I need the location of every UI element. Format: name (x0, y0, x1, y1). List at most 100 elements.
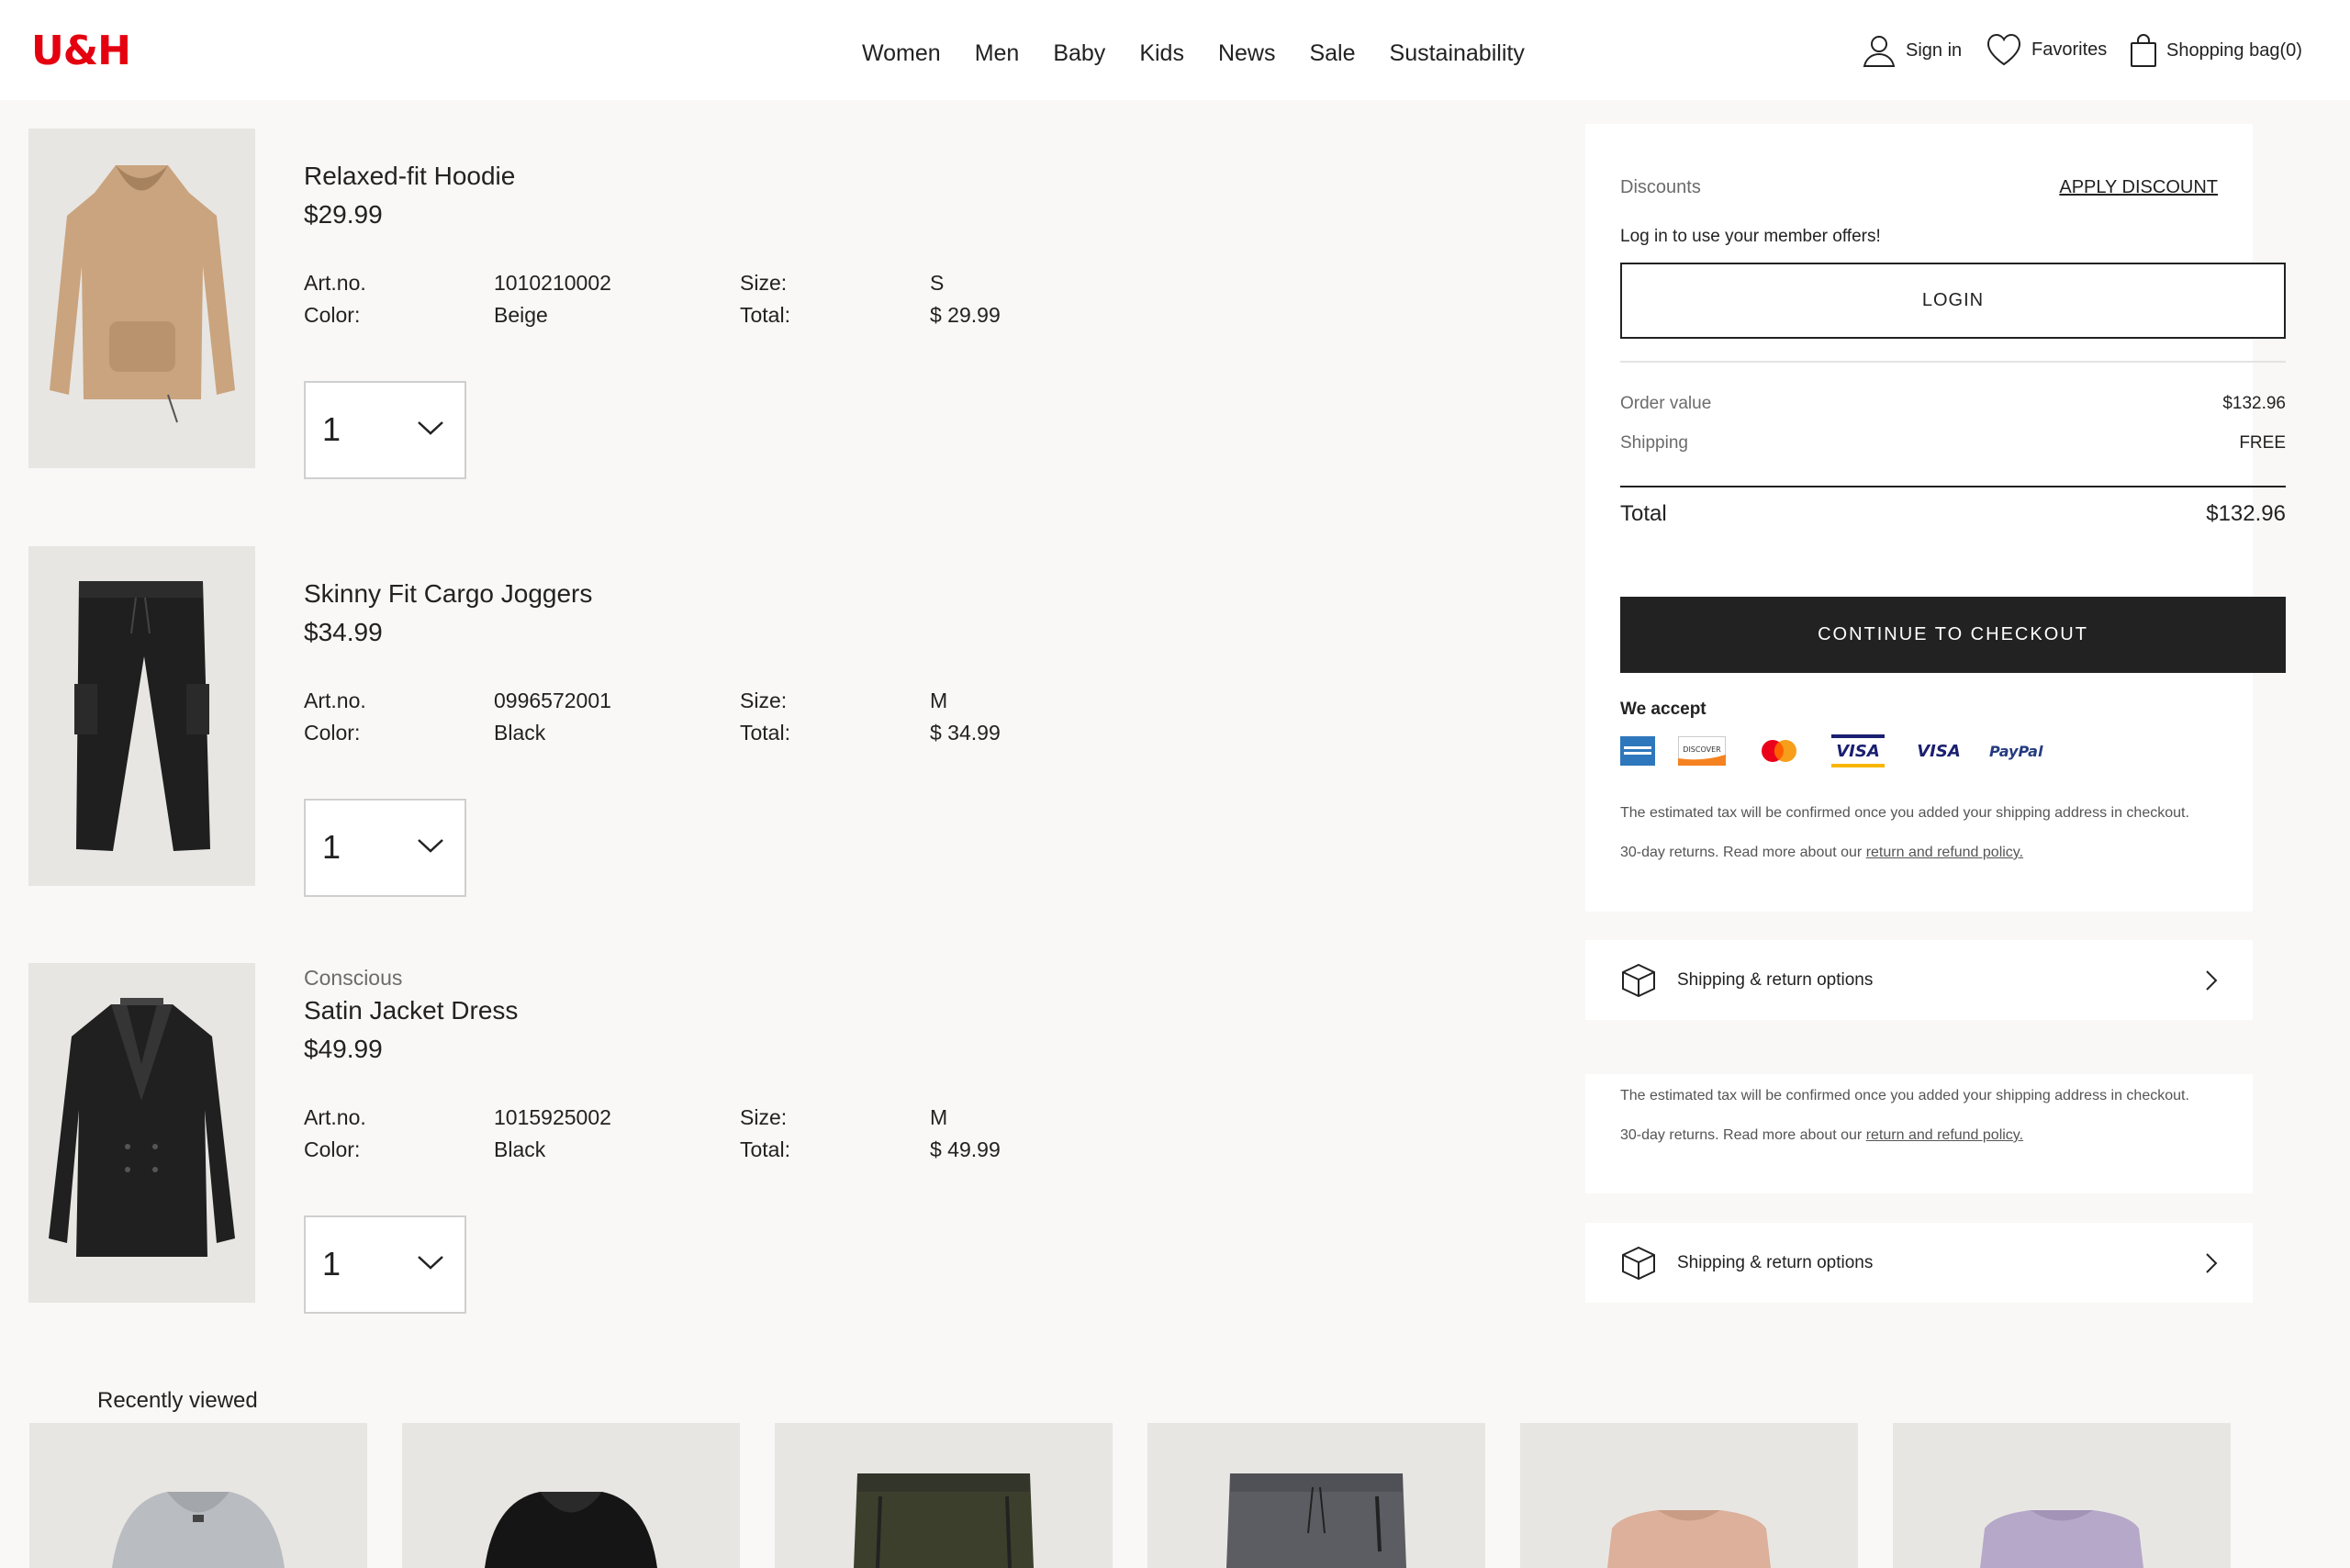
svg-text:VISA: VISA (1836, 742, 1880, 761)
quantity-value: 1 (322, 1245, 341, 1282)
divider (1620, 486, 2286, 487)
color-label: Color: (304, 721, 361, 745)
total-label: Total (1620, 501, 1667, 526)
artno-label: Art.no. (304, 271, 366, 295)
nav-kids[interactable]: Kids (1139, 40, 1184, 67)
shipping-options-row[interactable]: Shipping & return options (1620, 1245, 2218, 1282)
size-label: Size: (740, 271, 788, 295)
svg-text:PayPal: PayPal (1989, 743, 2043, 760)
quantity-select[interactable]: 1 (304, 799, 466, 897)
product-name[interactable]: Satin Jacket Dress (304, 996, 518, 1025)
sign-in-label: Sign in (1906, 39, 1963, 61)
recently-viewed-item[interactable] (1520, 1423, 1858, 1568)
shipping-options-label: Shipping & return options (1677, 970, 1874, 990)
shipping-options-row[interactable]: Shipping & return options (1620, 962, 2218, 999)
shipping-options-box: Shipping & return options (1585, 1223, 2253, 1303)
product-price: $34.99 (304, 618, 383, 646)
product-price: $49.99 (304, 1035, 383, 1063)
total-value: $ 49.99 (930, 1137, 1001, 1161)
recently-viewed-item[interactable] (1147, 1423, 1485, 1568)
total-label: Total: (740, 303, 790, 327)
product-image[interactable] (28, 546, 255, 886)
amex-icon (1620, 736, 1655, 766)
sign-in-link[interactable]: Sign in (1862, 33, 1962, 68)
recently-viewed-item[interactable] (1893, 1423, 2231, 1568)
order-value-row: Order value $132.96 (1620, 394, 2286, 414)
joggers-image (28, 546, 255, 886)
nav-women[interactable]: Women (862, 40, 941, 67)
returns-note: 30-day returns. Read more about our retu… (1620, 1127, 2218, 1144)
pants-gray-image (1147, 1423, 1485, 1568)
heart-icon (1986, 33, 2021, 66)
chevron-right-icon (2206, 970, 2218, 991)
package-icon (1622, 1246, 1655, 1281)
quantity-select[interactable]: 1 (304, 381, 466, 479)
product-name[interactable]: Relaxed-fit Hoodie (304, 162, 515, 191)
tshirt-peach-image (1520, 1423, 1858, 1568)
visa-icon: VISA (1917, 742, 1961, 761)
size-value: S (930, 271, 945, 295)
product-image[interactable] (28, 963, 255, 1303)
artno-label: Art.no. (304, 689, 366, 712)
size-value: M (930, 689, 948, 712)
apply-discount-link[interactable]: APPLY DISCOUNT (2059, 177, 2218, 198)
nav-sustainability[interactable]: Sustainability (1390, 40, 1525, 67)
login-button[interactable]: LOGIN (1620, 263, 2286, 339)
order-value-label: Order value (1620, 394, 1712, 413)
brand-logo[interactable]: U&H (31, 28, 131, 74)
size-label: Size: (740, 689, 788, 712)
total-label: Total: (740, 721, 790, 745)
nav-baby[interactable]: Baby (1053, 40, 1105, 67)
main-nav: Women Men Baby Kids News Sale Sustainabi… (862, 40, 1559, 67)
shopping-bag-label: Shopping bag(0) (2166, 39, 2302, 61)
product-image[interactable] (28, 129, 255, 468)
color-label: Color: (304, 303, 361, 327)
shopping-bag-link[interactable]: Shopping bag(0) (2130, 33, 2302, 68)
paypal-icon: PayPal (1989, 743, 2043, 760)
tax-note: The estimated tax will be confirmed once… (1620, 805, 2189, 821)
total-value: $132.96 (2206, 501, 2286, 526)
shipping-value: FREE (2239, 433, 2286, 453)
recently-viewed-item[interactable] (775, 1423, 1113, 1568)
order-summary-panel: Discounts APPLY DISCOUNT Log in to use y… (1585, 124, 2286, 912)
shipping-row: Shipping FREE (1620, 433, 2286, 454)
favorites-label: Favorites (2031, 39, 2108, 60)
recently-viewed-item[interactable] (29, 1423, 367, 1568)
svg-text:DISCOVER: DISCOVER (1683, 745, 1721, 754)
return-policy-link[interactable]: return and refund policy. (1866, 845, 2023, 860)
chevron-down-icon (418, 421, 443, 435)
jacket-dress-image (28, 963, 255, 1303)
svg-text:VISA: VISA (1917, 742, 1961, 761)
returns-prefix: 30-day returns. Read more about our (1620, 1127, 1866, 1143)
return-policy-link[interactable]: return and refund policy. (1866, 1127, 2023, 1143)
chevron-right-icon (2206, 1253, 2218, 1273)
recently-viewed-title: Recently viewed (97, 1388, 258, 1413)
quantity-select[interactable]: 1 (304, 1215, 466, 1314)
artno-label: Art.no. (304, 1105, 366, 1129)
color-label: Color: (304, 1137, 361, 1161)
nav-men[interactable]: Men (975, 40, 1020, 67)
product-name[interactable]: Skinny Fit Cargo Joggers (304, 579, 592, 609)
nav-news[interactable]: News (1218, 40, 1276, 67)
discounts-row: Discounts APPLY DISCOUNT (1620, 177, 2218, 201)
we-accept-label: We accept (1620, 700, 1707, 719)
product-price: $29.99 (304, 200, 383, 229)
hoodie-image (28, 129, 255, 468)
recently-viewed-item[interactable] (402, 1423, 740, 1568)
divider (1620, 361, 2286, 363)
shipping-label: Shipping (1620, 433, 1688, 453)
total-value: $ 34.99 (930, 721, 1001, 745)
nav-sale[interactable]: Sale (1309, 40, 1355, 67)
continue-to-checkout-button[interactable]: CONTINUE TO CHECKOUT (1620, 597, 2286, 673)
quantity-value: 1 (322, 410, 341, 448)
cart-item: Conscious Satin Jacket Dress $49.99 Art.… (28, 963, 1516, 1314)
shipping-options-box: Shipping & return options (1585, 940, 2253, 1020)
member-offers-text: Log in to use your member offers! (1620, 227, 1881, 246)
hoodie-gray-image (29, 1423, 367, 1568)
favorites-link[interactable]: Favorites (1986, 33, 2107, 66)
tshirt-lilac-image (1893, 1423, 2231, 1568)
size-value: M (930, 1105, 948, 1129)
size-label: Size: (740, 1105, 788, 1129)
total-value: $ 29.99 (930, 303, 1001, 327)
cart-item: Skinny Fit Cargo Joggers $34.99 Art.no. … (28, 546, 1516, 897)
